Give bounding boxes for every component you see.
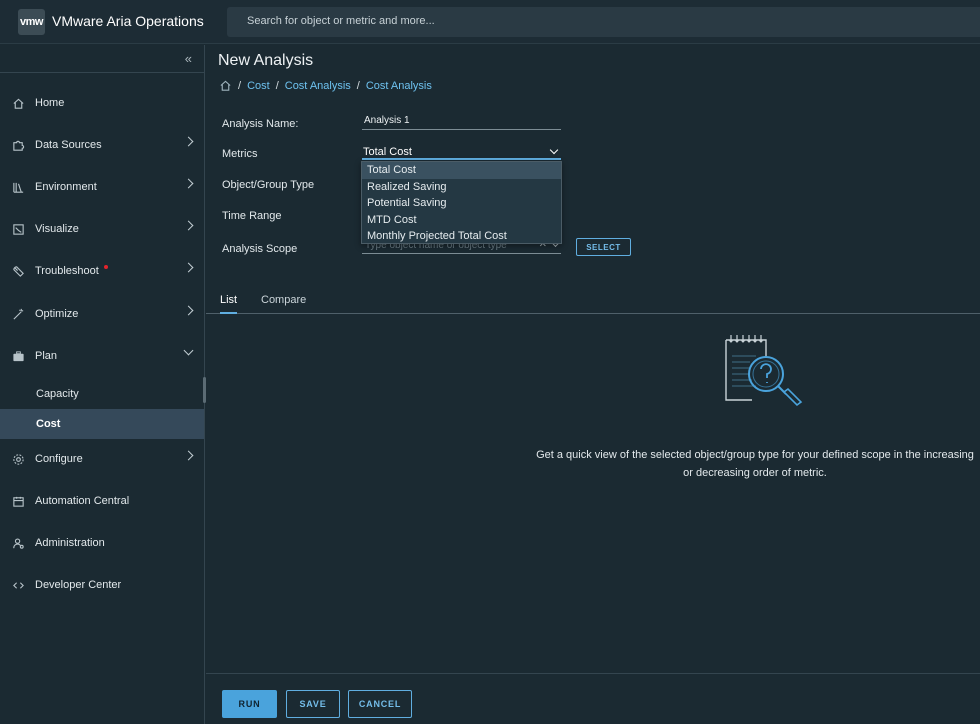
sidebar-item-plan[interactable]: Plan <box>0 341 204 371</box>
breadcrumb: / Cost / Cost Analysis / Cost Analysis <box>219 79 432 92</box>
run-button[interactable]: RUN <box>222 690 277 718</box>
sidebar-item-configure[interactable]: Configure <box>0 444 204 474</box>
home-icon <box>11 96 25 110</box>
sidebar-item-administration[interactable]: Administration <box>0 528 204 558</box>
chevron-right-icon <box>183 262 194 273</box>
sidebar-item-visualize[interactable]: Visualize <box>0 214 204 244</box>
sidebar-item-developer-center[interactable]: Developer Center <box>0 570 204 600</box>
metrics-label: Metrics <box>222 148 258 160</box>
sidebar-item-label: Home <box>35 97 65 109</box>
vmware-logo[interactable]: vmw <box>18 9 45 35</box>
sidebar-item-label: Developer Center <box>35 579 122 591</box>
chevron-right-icon <box>183 136 194 147</box>
sidebar-item-environment[interactable]: Environment <box>0 172 204 202</box>
search-placeholder: Search for object or metric and more... <box>247 15 435 27</box>
select-button[interactable]: SELECT <box>576 238 631 256</box>
empty-state-message: Get a quick view of the selected object/… <box>536 449 974 479</box>
double-chevron-left-icon[interactable]: « <box>185 51 192 66</box>
books-icon <box>11 180 25 194</box>
analysis-name-label: Analysis Name: <box>222 118 299 130</box>
sidebar-item-label: Visualize <box>35 223 79 235</box>
chart-icon <box>11 222 25 236</box>
chevron-right-icon <box>183 178 194 189</box>
metrics-option-realized-saving[interactable]: Realized Saving <box>362 179 561 196</box>
metrics-select-value: Total Cost <box>363 146 412 158</box>
sidebar-item-troubleshoot[interactable]: Troubleshoot <box>0 256 204 286</box>
metrics-option-potential-saving[interactable]: Potential Saving <box>362 195 561 212</box>
breadcrumb-separator: / <box>356 79 360 92</box>
view-tabs: List Compare <box>206 290 980 314</box>
sidebar-item-label: Plan <box>35 350 58 362</box>
action-footer: RUN SAVE CANCEL <box>206 673 980 724</box>
sidebar-item-label: Environment <box>35 181 97 193</box>
object-group-type-label: Object/Group Type <box>222 179 315 191</box>
analysis-name-input[interactable]: Analysis 1 <box>362 115 561 130</box>
magic-wand-icon <box>11 307 25 321</box>
sidebar-item-label: Automation Central <box>35 495 130 507</box>
sidebar-item-optimize[interactable]: Optimize <box>0 299 204 329</box>
app-title[interactable]: VMware Aria Operations <box>52 13 204 29</box>
metrics-option-mtd-cost[interactable]: MTD Cost <box>362 212 561 229</box>
sidebar-item-automation-central[interactable]: Automation Central <box>0 486 204 516</box>
sidebar-item-label: Configure <box>35 453 83 465</box>
tab-compare[interactable]: Compare <box>261 294 306 312</box>
calendar-icon <box>11 494 25 508</box>
puzzle-icon <box>11 138 25 152</box>
cancel-button[interactable]: CANCEL <box>348 690 412 718</box>
search-document-icon <box>722 334 806 414</box>
metrics-option-total-cost[interactable]: Total Cost <box>362 162 561 179</box>
sidebar-item-label: Optimize <box>35 308 79 320</box>
chevron-right-icon <box>183 450 194 461</box>
metrics-select[interactable]: Total Cost <box>362 145 561 160</box>
analysis-scope-label: Analysis Scope <box>222 243 298 255</box>
metrics-option-monthly-projected-total-cost[interactable]: Monthly Projected Total Cost <box>362 228 561 245</box>
sidebar-collapse-row: « <box>0 45 204 73</box>
save-button[interactable]: SAVE <box>286 690 340 718</box>
user-gear-icon <box>11 536 25 550</box>
chevron-right-icon <box>183 220 194 231</box>
sidebar-scrollbar[interactable] <box>203 377 206 403</box>
wrench-icon <box>11 264 25 278</box>
sidebar-item-label: Troubleshoot <box>35 265 99 277</box>
time-range-label: Time Range <box>222 210 282 222</box>
home-icon[interactable] <box>219 79 232 92</box>
sidebar-item-home[interactable]: Home <box>0 88 204 118</box>
metrics-dropdown-menu: Total Cost Realized Saving Potential Sav… <box>361 161 562 244</box>
alert-dot <box>103 265 108 269</box>
sidebar-subitem-capacity[interactable]: Capacity <box>0 379 204 409</box>
sidebar-item-label: Data Sources <box>35 139 102 151</box>
chevron-down-icon <box>183 345 194 356</box>
page-title: New Analysis <box>218 52 314 69</box>
sidebar-item-label: Administration <box>35 537 105 549</box>
sidebar-item-data-sources[interactable]: Data Sources <box>0 130 204 160</box>
chevron-right-icon <box>183 305 194 316</box>
breadcrumb-separator: / <box>275 79 279 92</box>
breadcrumb-link-cost[interactable]: Cost <box>247 80 270 92</box>
code-icon <box>11 578 25 592</box>
chevron-down-icon <box>549 145 559 155</box>
gear-icon <box>11 452 25 466</box>
breadcrumb-link-cost-analysis[interactable]: Cost Analysis <box>285 80 351 92</box>
top-header: vmw VMware Aria Operations Search for ob… <box>0 0 980 44</box>
sidebar-subitem-cost[interactable]: Cost <box>0 409 204 439</box>
global-search-input[interactable]: Search for object or metric and more... <box>227 7 980 37</box>
breadcrumb-separator: / <box>238 79 242 92</box>
briefcase-icon <box>11 349 25 363</box>
tab-list[interactable]: List <box>220 294 238 314</box>
sidebar: « Home Data Sources Environment Visualiz… <box>0 45 206 724</box>
breadcrumb-link-cost-analysis-current[interactable]: Cost Analysis <box>366 80 432 92</box>
